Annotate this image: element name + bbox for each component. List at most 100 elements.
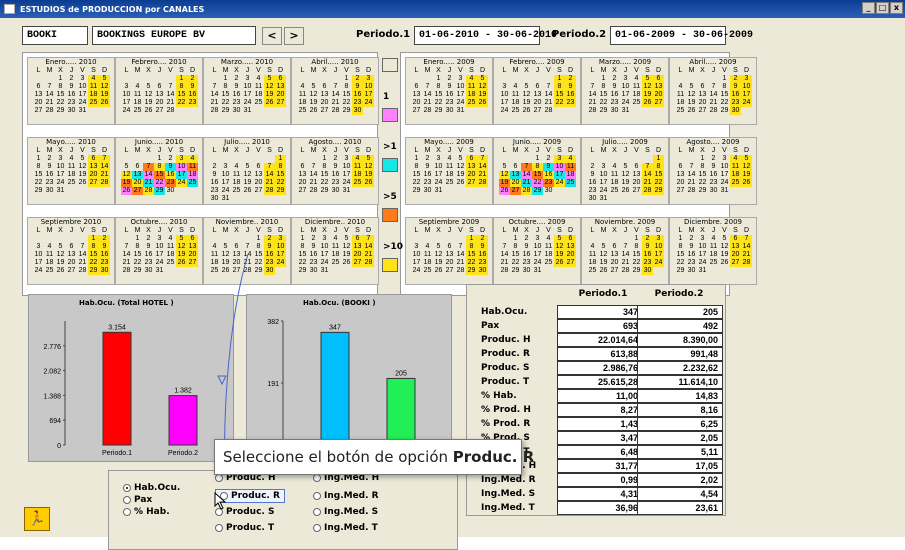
calendar-day[interactable]: 2 (330, 155, 341, 163)
calendar-day[interactable]: 3 (176, 155, 187, 163)
calendar-day[interactable]: 19 (521, 99, 532, 107)
close-button[interactable]: x (890, 2, 903, 14)
calendar-day[interactable]: 7 (330, 83, 341, 91)
calendar-day[interactable]: 13 (253, 171, 264, 179)
calendar-day[interactable]: 3 (433, 155, 444, 163)
calendar-day[interactable]: 24 (455, 99, 466, 107)
calendar-day[interactable]: 5 (433, 243, 444, 251)
calendar-day[interactable]: 19 (455, 171, 466, 179)
calendar-day[interactable]: 31 (697, 267, 708, 275)
calendar-day[interactable]: 25 (209, 267, 220, 275)
calendar-day[interactable]: 11 (730, 163, 741, 171)
calendar-day[interactable]: 21 (99, 171, 110, 179)
calendar-day[interactable]: 31 (77, 107, 88, 115)
calendar-day[interactable]: 25 (587, 267, 598, 275)
calendar-day[interactable]: 6 (631, 163, 642, 171)
calendar-day[interactable]: 13 (411, 91, 422, 99)
calendar-day[interactable]: 13 (510, 171, 521, 179)
calendar-day[interactable]: 15 (510, 251, 521, 259)
calendar-day[interactable]: 13 (66, 251, 77, 259)
calendar-day[interactable]: 12 (433, 251, 444, 259)
calendar-day[interactable]: 18 (543, 251, 554, 259)
calendar-day[interactable]: 15 (675, 251, 686, 259)
calendar-day[interactable]: 21 (686, 179, 697, 187)
calendar-day[interactable]: 4 (510, 83, 521, 91)
calendar-day[interactable]: 17 (121, 99, 132, 107)
channel-code-field[interactable]: BOOKI (22, 26, 88, 45)
calendar-day[interactable]: 10 (554, 163, 565, 171)
calendar-day[interactable]: 27 (132, 187, 143, 195)
exit-button[interactable]: 🏃 (24, 507, 50, 531)
calendar-day[interactable]: 29 (275, 187, 286, 195)
calendar-day[interactable]: 5 (77, 155, 88, 163)
calendar-day[interactable]: 18 (253, 91, 264, 99)
calendar-day[interactable]: 3 (363, 75, 374, 83)
calendar-day[interactable]: 26 (554, 259, 565, 267)
calendar-day[interactable]: 11 (231, 171, 242, 179)
calendar-day[interactable]: 13 (565, 243, 576, 251)
calendar-day[interactable]: 26 (121, 187, 132, 195)
calendar-day[interactable]: 26 (220, 267, 231, 275)
calendar-day[interactable]: 11 (631, 83, 642, 91)
calendar-day[interactable]: 29 (55, 107, 66, 115)
calendar-day[interactable]: 10 (220, 171, 231, 179)
calendar-day[interactable]: 14 (308, 171, 319, 179)
calendar-day[interactable]: 26 (99, 99, 110, 107)
calendar-day[interactable]: 8 (510, 243, 521, 251)
calendar-day[interactable]: 9 (66, 83, 77, 91)
calendar-day[interactable]: 28 (587, 107, 598, 115)
calendar-day[interactable]: 9 (231, 83, 242, 91)
calendar-day[interactable]: 13 (609, 251, 620, 259)
calendar-day[interactable]: 12 (554, 243, 565, 251)
calendar-day[interactable]: 17 (620, 91, 631, 99)
calendar-day[interactable]: 29 (154, 187, 165, 195)
calendar-day[interactable]: 18 (675, 99, 686, 107)
calendar-day[interactable]: 17 (275, 251, 286, 259)
calendar-day[interactable]: 15 (33, 171, 44, 179)
calendar-day[interactable]: 24 (242, 99, 253, 107)
calendar-day[interactable]: 17 (220, 179, 231, 187)
calendar-day[interactable]: 22 (55, 99, 66, 107)
calendar-day[interactable]: 20 (609, 259, 620, 267)
calendar-day[interactable]: 27 (187, 259, 198, 267)
maximize-button[interactable]: □ (876, 2, 889, 14)
calendar-day[interactable]: 8 (697, 163, 708, 171)
calendar-day[interactable]: 14 (477, 163, 488, 171)
calendar-day[interactable]: 7 (77, 243, 88, 251)
calendar-day[interactable]: 10 (741, 83, 752, 91)
calendar-day[interactable]: 24 (741, 99, 752, 107)
calendar-day[interactable]: 21 (242, 259, 253, 267)
calendar-day[interactable]: 27 (154, 107, 165, 115)
calendar-day[interactable]: 15 (297, 251, 308, 259)
calendar-day[interactable]: 21 (422, 99, 433, 107)
calendar-day[interactable]: 4 (543, 235, 554, 243)
calendar-day[interactable]: 20 (631, 179, 642, 187)
calendar-day[interactable]: 20 (88, 171, 99, 179)
calendar-day[interactable]: 19 (55, 259, 66, 267)
calendar-day[interactable]: 10 (620, 83, 631, 91)
calendar-day[interactable]: 7 (308, 163, 319, 171)
calendar-day[interactable]: 22 (631, 259, 642, 267)
calendar-day[interactable]: 4 (187, 155, 198, 163)
calendar-day[interactable]: 3 (455, 75, 466, 83)
calendar-day[interactable]: 10 (598, 171, 609, 179)
calendar-day[interactable]: 17 (77, 91, 88, 99)
calendar-day[interactable]: 3 (499, 83, 510, 91)
calendar-day[interactable]: 22 (275, 179, 286, 187)
calendar-day[interactable]: 11 (66, 163, 77, 171)
calendar-day[interactable]: 24 (176, 179, 187, 187)
calendar-day[interactable]: 27 (297, 187, 308, 195)
calendar-day[interactable]: 3 (275, 235, 286, 243)
calendar-day[interactable]: 18 (352, 171, 363, 179)
calendar-day[interactable]: 18 (730, 171, 741, 179)
calendar-day[interactable]: 11 (352, 163, 363, 171)
calendar-day[interactable]: 6 (88, 155, 99, 163)
calendar-day[interactable]: 14 (620, 251, 631, 259)
calendar-day[interactable]: 25 (444, 179, 455, 187)
calendar-day[interactable]: 5 (363, 155, 374, 163)
calendar-day[interactable]: 23 (686, 259, 697, 267)
calendar-day[interactable]: 31 (455, 107, 466, 115)
calendar-day[interactable]: 23 (521, 259, 532, 267)
calendar-day[interactable]: 9 (444, 83, 455, 91)
calendar-day[interactable]: 6 (565, 235, 576, 243)
